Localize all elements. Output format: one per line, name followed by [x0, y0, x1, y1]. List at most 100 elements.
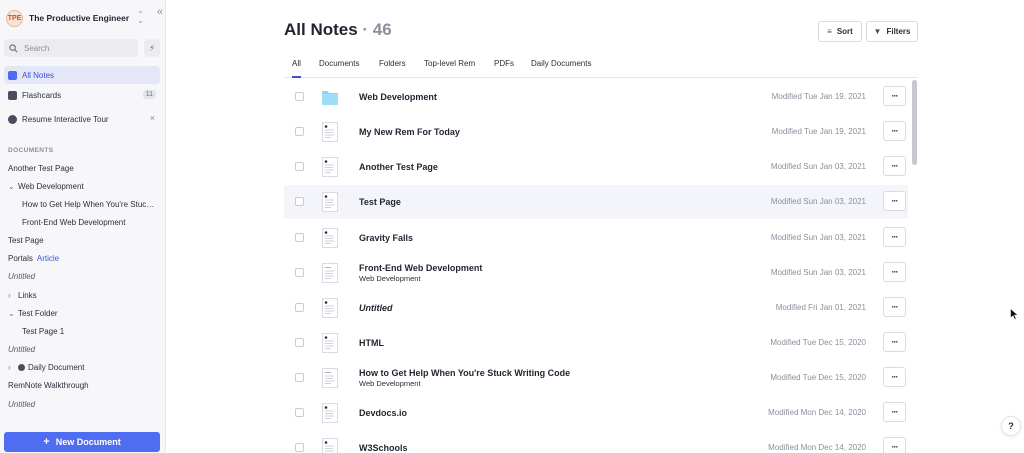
sidebar-doc[interactable]: Untitled: [8, 272, 158, 281]
row-name[interactable]: Web Development: [359, 92, 437, 102]
nav-all-notes[interactable]: All Notes: [4, 66, 160, 84]
lightning-icon[interactable]: ⚡: [144, 39, 160, 57]
table-row[interactable]: Web Development Modified Tue Jan 19, 2021…: [284, 80, 908, 114]
row-checkbox[interactable]: [295, 408, 304, 417]
tab-daily-documents[interactable]: Daily Documents: [531, 59, 591, 78]
row-modified: Modified Mon Dec 14, 2020: [768, 443, 866, 452]
scrollbar-thumb[interactable]: [912, 80, 917, 165]
sort-icon: ≡: [827, 27, 832, 36]
collapse-sidebar-icon[interactable]: «: [157, 6, 163, 18]
row-name[interactable]: HTML: [359, 338, 384, 348]
more-options-button[interactable]: ···: [883, 402, 906, 422]
sidebar-doc[interactable]: › Daily Document: [8, 363, 158, 372]
document-icon: [322, 228, 338, 248]
page-title: All Notes · 46: [284, 20, 392, 40]
sidebar-doc[interactable]: ⌄ Web Development: [8, 182, 158, 191]
row-checkbox[interactable]: [295, 197, 304, 206]
row-modified: Modified Tue Jan 19, 2021: [771, 127, 866, 136]
row-name[interactable]: W3Schools: [359, 443, 408, 453]
table-row[interactable]: Gravity Falls Modified Sun Jan 03, 2021 ··…: [284, 221, 908, 255]
new-document-label: New Document: [55, 437, 121, 447]
sidebar-doc-label: Links: [18, 291, 37, 300]
nav-flashcards[interactable]: Flashcards 11: [4, 86, 160, 104]
row-name[interactable]: Devdocs.io: [359, 408, 407, 418]
table-row[interactable]: Another Test Page Modified Sun Jan 03, 20…: [284, 150, 908, 184]
nav-resume-tour[interactable]: Resume Interactive Tour ×: [4, 110, 160, 128]
row-checkbox[interactable]: [295, 303, 304, 312]
daily-document-icon: [18, 364, 25, 371]
row-checkbox[interactable]: [295, 443, 304, 452]
row-name[interactable]: Test Page: [359, 197, 401, 207]
more-options-button[interactable]: ···: [883, 86, 906, 106]
row-checkbox[interactable]: [295, 92, 304, 101]
scrollbar[interactable]: [911, 80, 917, 453]
more-options-button[interactable]: ···: [883, 332, 906, 352]
table-row[interactable]: W3Schools Modified Mon Dec 14, 2020 ···: [284, 431, 908, 453]
more-options-button[interactable]: ···: [883, 262, 906, 282]
row-name[interactable]: My New Rem For Today: [359, 127, 460, 137]
more-options-button[interactable]: ···: [883, 191, 906, 211]
tab-documents[interactable]: Documents: [319, 59, 359, 78]
chevron-right-icon[interactable]: ›: [8, 363, 18, 372]
sort-label: Sort: [836, 27, 853, 36]
row-checkbox[interactable]: [295, 373, 304, 382]
sidebar-doc[interactable]: › Links: [8, 291, 158, 300]
mouse-cursor-icon: [1010, 308, 1019, 320]
filters-button[interactable]: ▼ Filters: [866, 21, 918, 42]
sidebar-doc[interactable]: Untitled: [8, 400, 158, 409]
sidebar-doc[interactable]: Test Page 1: [22, 327, 158, 336]
row-name[interactable]: Untitled: [359, 303, 393, 313]
sidebar-doc[interactable]: RemNote Walkthrough: [8, 381, 158, 390]
row-name[interactable]: Another Test Page: [359, 162, 438, 172]
nav-all-notes-label: All Notes: [22, 70, 55, 80]
tab-all[interactable]: All: [292, 59, 301, 78]
tab-folders[interactable]: Folders: [379, 59, 406, 78]
chevron-down-icon[interactable]: ⌄: [8, 309, 18, 318]
sidebar-doc[interactable]: Portals Article: [8, 254, 158, 263]
sidebar-doc[interactable]: ⌄ Test Folder: [8, 309, 158, 318]
new-document-button[interactable]: + New Document: [4, 432, 160, 452]
tab-top-level-rem[interactable]: Top-level Rem: [424, 59, 475, 78]
more-options-button[interactable]: ···: [883, 156, 906, 176]
more-options-button[interactable]: ···: [883, 437, 906, 453]
search-input[interactable]: Search: [4, 39, 138, 57]
tab-pdfs[interactable]: PDFs: [494, 59, 514, 78]
chevron-down-icon[interactable]: ⌄: [8, 182, 18, 191]
row-checkbox[interactable]: [295, 162, 304, 171]
table-row[interactable]: My New Rem For Today Modified Tue Jan 19,…: [284, 115, 908, 149]
sidebar-doc[interactable]: Front-End Web Development: [22, 218, 158, 227]
row-modified: Modified Fri Jan 01, 2021: [775, 303, 866, 312]
table-row[interactable]: Untitled Modified Fri Jan 01, 2021 ···: [284, 291, 908, 325]
close-icon[interactable]: ×: [150, 113, 155, 123]
help-button[interactable]: ?: [1001, 416, 1021, 436]
folder-icon: [322, 91, 338, 105]
sidebar-doc[interactable]: Test Page: [8, 236, 158, 245]
sidebar-doc[interactable]: How to Get Help When You're Stuck Writin…: [22, 200, 158, 209]
chevron-right-icon[interactable]: ›: [8, 291, 18, 300]
sidebar-doc-label: Portals: [8, 254, 33, 263]
workspace-name: The Productive Engineer: [29, 13, 130, 23]
row-checkbox[interactable]: [295, 233, 304, 242]
row-checkbox[interactable]: [295, 268, 304, 277]
row-name[interactable]: Front-End Web Development: [359, 263, 482, 273]
sidebar-doc[interactable]: Untitled: [8, 345, 158, 354]
table-row[interactable]: Front-End Web Development Web Development…: [284, 256, 908, 290]
table-row[interactable]: Devdocs.io Modified Mon Dec 14, 2020 ···: [284, 396, 908, 430]
row-name[interactable]: Gravity Falls: [359, 233, 413, 243]
workspace-switcher[interactable]: TPE The Productive Engineer ⌃ ⌄: [6, 6, 160, 30]
sort-button[interactable]: ≡ Sort: [818, 21, 862, 42]
article-link[interactable]: Article: [37, 254, 59, 263]
row-checkbox[interactable]: [295, 127, 304, 136]
row-modified: Modified Tue Jan 19, 2021: [771, 92, 866, 101]
row-checkbox[interactable]: [295, 338, 304, 347]
table-row[interactable]: Test Page Modified Sun Jan 03, 2021 ···: [284, 185, 908, 219]
table-row[interactable]: How to Get Help When You're Stuck Writin…: [284, 361, 908, 395]
more-options-button[interactable]: ···: [883, 297, 906, 317]
row-name[interactable]: How to Get Help When You're Stuck Writin…: [359, 368, 570, 378]
more-options-button[interactable]: ···: [883, 121, 906, 141]
table-row[interactable]: HTML Modified Tue Dec 15, 2020 ···: [284, 326, 908, 360]
more-options-button[interactable]: ···: [883, 367, 906, 387]
tour-icon: [8, 114, 17, 124]
more-options-button[interactable]: ···: [883, 227, 906, 247]
sidebar-doc[interactable]: Another Test Page: [8, 164, 158, 173]
